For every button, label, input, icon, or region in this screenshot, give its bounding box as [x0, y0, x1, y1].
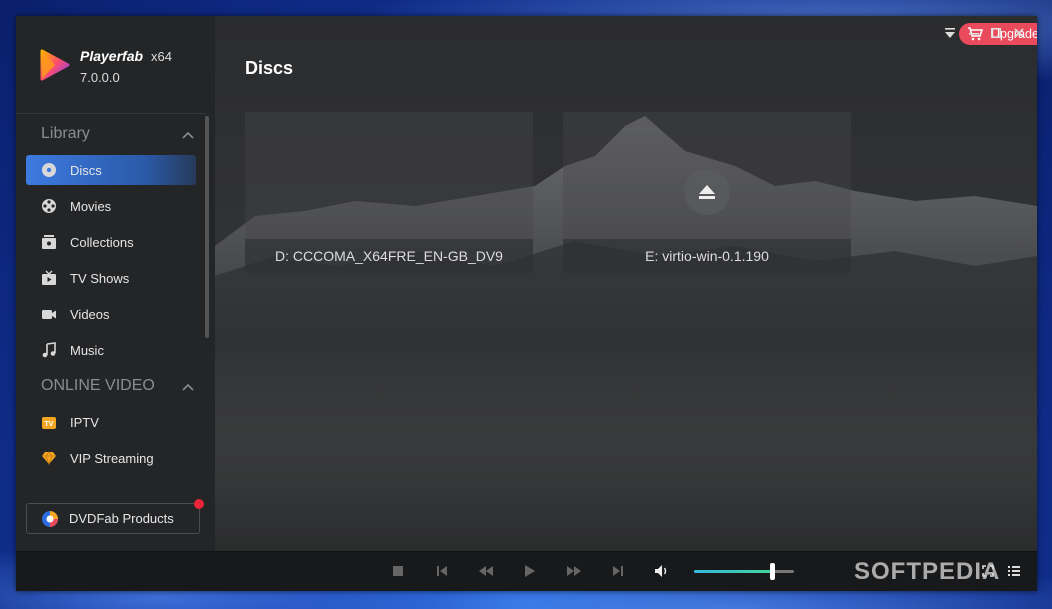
sidebar-divider: [16, 113, 206, 114]
dvdfab-logo-icon: [41, 510, 59, 528]
notification-dot: [194, 499, 204, 509]
volume-slider-fill: [694, 570, 772, 573]
tv-icon: [40, 269, 58, 287]
stop-icon[interactable]: [389, 562, 407, 580]
disc-card[interactable]: D: CCCOMA_X64FRE_EN-GB_DV9: [245, 112, 533, 273]
disc-card[interactable]: E: virtio-win-0.1.190: [563, 112, 851, 273]
sidebar-item-vip-streaming[interactable]: VIP Streaming: [26, 443, 196, 473]
sidebar-item-videos[interactable]: Videos: [26, 299, 196, 329]
close-icon[interactable]: [1012, 26, 1026, 40]
film-reel-icon: [40, 197, 58, 215]
fullscreen-icon[interactable]: [979, 562, 997, 580]
music-note-icon: [40, 341, 58, 359]
sidebar-item-collections[interactable]: Collections: [26, 227, 196, 257]
volume-icon[interactable]: [653, 562, 671, 580]
previous-icon[interactable]: [433, 562, 451, 580]
player-bar: SOFTPEDIA: [16, 551, 1037, 591]
sidebar-item-iptv[interactable]: TV IPTV: [26, 407, 196, 437]
sidebar-scrollbar[interactable]: [205, 116, 209, 338]
sidebar-item-movies[interactable]: Movies: [26, 191, 196, 221]
page-title: Discs: [245, 58, 294, 78]
maximize-icon[interactable]: [989, 26, 1003, 40]
diamond-icon: [40, 449, 58, 467]
sidebar-item-label: Collections: [70, 234, 134, 250]
background-mountains-image: [215, 16, 1037, 551]
eject-button[interactable]: [684, 169, 730, 215]
play-icon[interactable]: [521, 562, 539, 580]
library-header: Library: [41, 125, 90, 142]
playlist-icon[interactable]: [1005, 562, 1023, 580]
minimize-icon[interactable]: [967, 26, 981, 40]
volume-slider-handle[interactable]: [770, 563, 775, 580]
menu-dropdown-icon[interactable]: [943, 26, 957, 40]
iptv-icon: TV: [40, 413, 58, 431]
main-content: Discs D: CCCOMA_X64FRE_EN-GB_DV9 E: virt…: [215, 16, 1037, 551]
library-collapse-chevron-icon[interactable]: [182, 129, 194, 141]
sidebar-item-label: TV Shows: [70, 270, 130, 286]
dvdfab-products-label: DVDFab Products: [69, 511, 174, 526]
disc-label: D: CCCOMA_X64FRE_EN-GB_DV9: [245, 239, 533, 273]
app-name: Playerfab: [80, 48, 144, 64]
disc-icon: [40, 161, 58, 179]
video-camera-icon: [40, 305, 58, 323]
collection-icon: [40, 233, 58, 251]
sidebar-item-label: VIP Streaming: [70, 450, 154, 466]
sidebar-item-discs[interactable]: Discs: [26, 155, 196, 185]
sidebar-item-music[interactable]: Music: [26, 335, 196, 365]
online-video-collapse-chevron-icon[interactable]: [182, 381, 194, 393]
sidebar-item-tv-shows[interactable]: TV Shows: [26, 263, 196, 293]
app-version: 7.0.0.0: [80, 70, 120, 85]
sidebar-item-label: Discs: [70, 162, 102, 178]
volume-slider[interactable]: [694, 563, 794, 580]
sidebar-item-label: Movies: [70, 198, 112, 214]
dvdfab-products-button[interactable]: DVDFab Products: [26, 503, 200, 534]
sidebar-item-label: IPTV: [70, 414, 99, 430]
rewind-icon[interactable]: [477, 562, 495, 580]
sidebar-item-label: Videos: [70, 306, 110, 322]
sidebar: Playerfab x64 7.0.0.0 Library Discs Movi…: [16, 16, 215, 551]
next-icon[interactable]: [609, 562, 627, 580]
app-window: Playerfab x64 7.0.0.0 Library Discs Movi…: [16, 16, 1037, 591]
app-arch: x64: [151, 49, 172, 64]
app-logo-icon: [38, 48, 72, 82]
eject-icon: [699, 185, 715, 199]
sidebar-item-label: Music: [70, 342, 104, 358]
online-video-header: ONLINE VIDEO: [41, 377, 155, 394]
disc-label: E: virtio-win-0.1.190: [563, 239, 851, 273]
svg-text:TV: TV: [45, 421, 54, 428]
fast-forward-icon[interactable]: [565, 562, 583, 580]
